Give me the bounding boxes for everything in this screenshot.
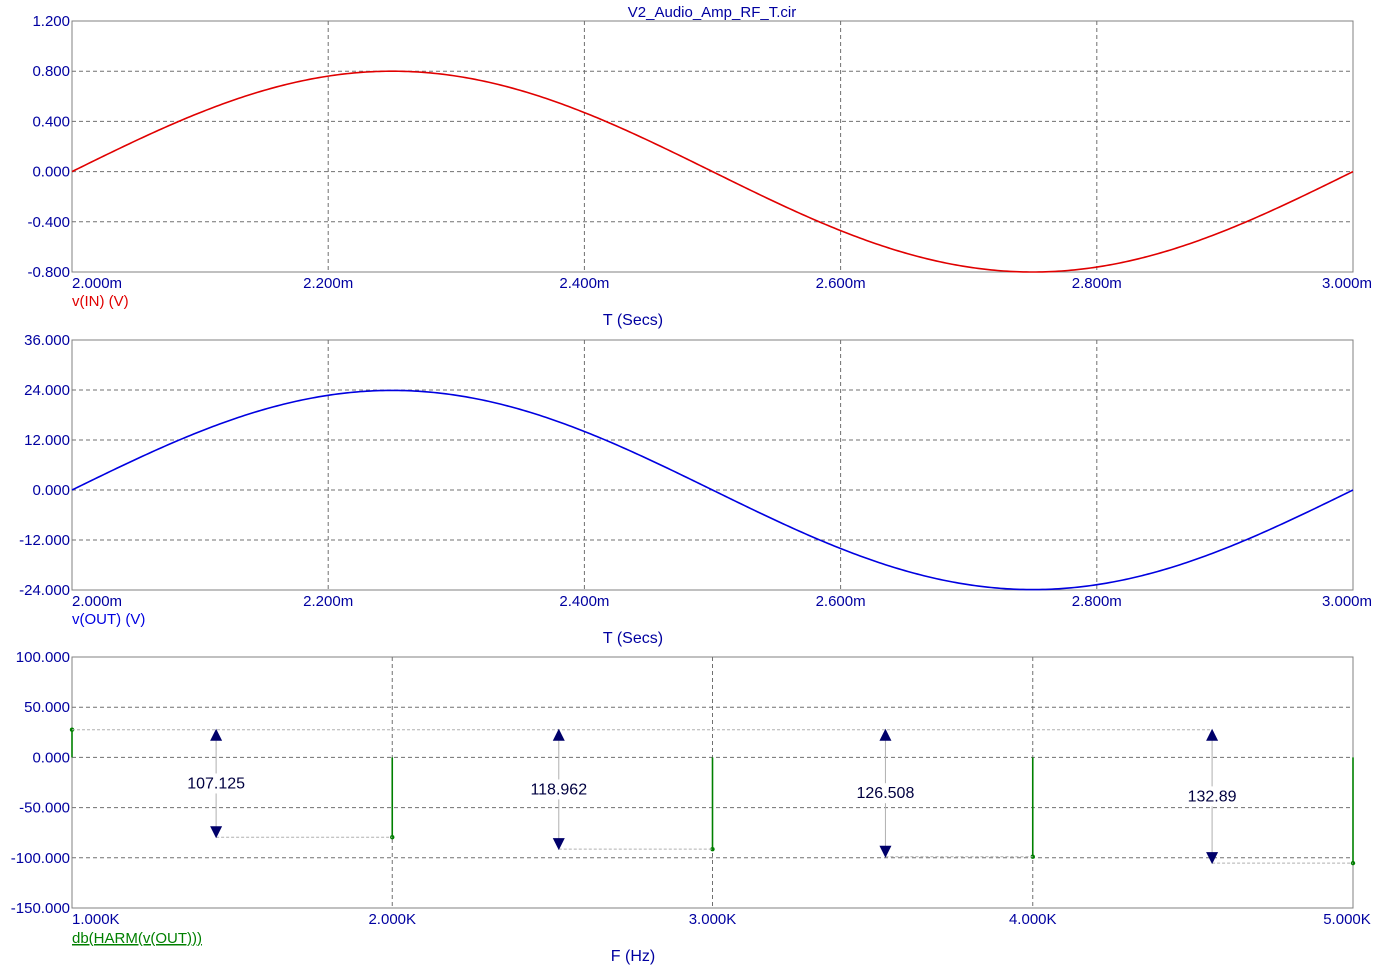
x-tick-label: 3.000m: [1322, 593, 1372, 610]
y-tick-label: 50.000: [24, 699, 70, 716]
x-tick-label: 2.400m: [559, 593, 609, 610]
dimension-arrow-up: [879, 728, 892, 741]
x-tick-label: 2.200m: [303, 593, 353, 610]
y-tick-label: 100.000: [16, 649, 70, 666]
chart-title: V2_Audio_Amp_RF_T.cir: [628, 4, 796, 21]
y-tick-label: -50.000: [19, 800, 70, 817]
dimension-arrow-up: [552, 728, 565, 741]
y-tick-label: 0.800: [32, 63, 70, 80]
x-tick-label: 1.000K: [72, 911, 120, 928]
x-tick-label: 4.000K: [1009, 911, 1057, 928]
y-tick-label: -24.000: [19, 582, 70, 599]
x-tick-label: 2.400m: [559, 275, 609, 292]
dimension-arrow-up: [210, 728, 223, 741]
y-tick-label: 12.000: [24, 432, 70, 449]
x-axis-label: T (Secs): [603, 630, 663, 647]
dimension-arrow-down: [210, 826, 223, 839]
dimension-label: 107.125: [187, 775, 245, 792]
series-name-label: v(IN) (V): [72, 293, 129, 310]
dimension-label: 126.508: [857, 785, 915, 802]
dimension-arrow-up: [1206, 728, 1219, 741]
plot-frame: [71, 20, 1354, 273]
plot-window: V2_Audio_Amp_RF_T.cir -0.800 -0.400 0.000 0…: [0, 0, 1388, 978]
waveform-plots: V2_Audio_Amp_RF_T.cir -0.800 -0.400 0.000 0…: [11, 4, 1372, 965]
plot-frame: [71, 339, 1354, 591]
series-name-label: v(OUT) (V): [72, 611, 145, 628]
x-tick-label: 2.800m: [1072, 275, 1122, 292]
x-tick-label: 2.000K: [368, 911, 416, 928]
y-tick-label: 0.000: [32, 482, 70, 499]
y-tick-label: 36.000: [24, 332, 70, 349]
x-tick-label: 5.000K: [1323, 911, 1371, 928]
x-tick-label: 3.000m: [1322, 275, 1372, 292]
dimension-arrow-down: [552, 838, 565, 851]
y-tick-label: -100.000: [11, 850, 70, 867]
y-tick-label: 0.000: [32, 749, 70, 766]
plot-panel-1: -0.800 -0.400 0.000 0.400 0.800 1.200 2.000m 2.…: [27, 13, 1372, 329]
y-tick-label: 0.000: [32, 164, 70, 181]
series-name-label: db(HARM(v(OUT))): [72, 930, 202, 947]
x-tick-label: 2.200m: [303, 275, 353, 292]
y-tick-label: -150.000: [11, 900, 70, 917]
dimension-label: 118.962: [530, 781, 587, 798]
x-tick-label: 2.600m: [816, 593, 866, 610]
y-tick-label: -0.400: [27, 214, 70, 231]
plot-panel-3: -150.000 -100.000 -50.000 0.000 50.000 100.00…: [11, 649, 1371, 965]
plot-panel-2: -24.000 -12.000 0.000 12.000 24.000 36.000 2.0…: [19, 332, 1372, 647]
y-tick-label: 24.000: [24, 382, 70, 399]
y-tick-label: 1.200: [32, 13, 70, 30]
dimension-arrow-down: [879, 845, 892, 858]
dimension-label: 132.89: [1188, 788, 1237, 805]
x-axis-label: T (Secs): [603, 312, 663, 329]
y-tick-label: 0.400: [32, 113, 70, 130]
x-tick-label: 2.600m: [816, 275, 866, 292]
x-tick-label: 2.800m: [1072, 593, 1122, 610]
y-tick-label: -0.800: [27, 264, 70, 281]
x-axis-label: F (Hz): [611, 948, 655, 965]
x-tick-label: 3.000K: [689, 911, 737, 928]
x-tick-label: 2.000m: [72, 275, 122, 292]
y-tick-label: -12.000: [19, 532, 70, 549]
x-tick-label: 2.000m: [72, 593, 122, 610]
